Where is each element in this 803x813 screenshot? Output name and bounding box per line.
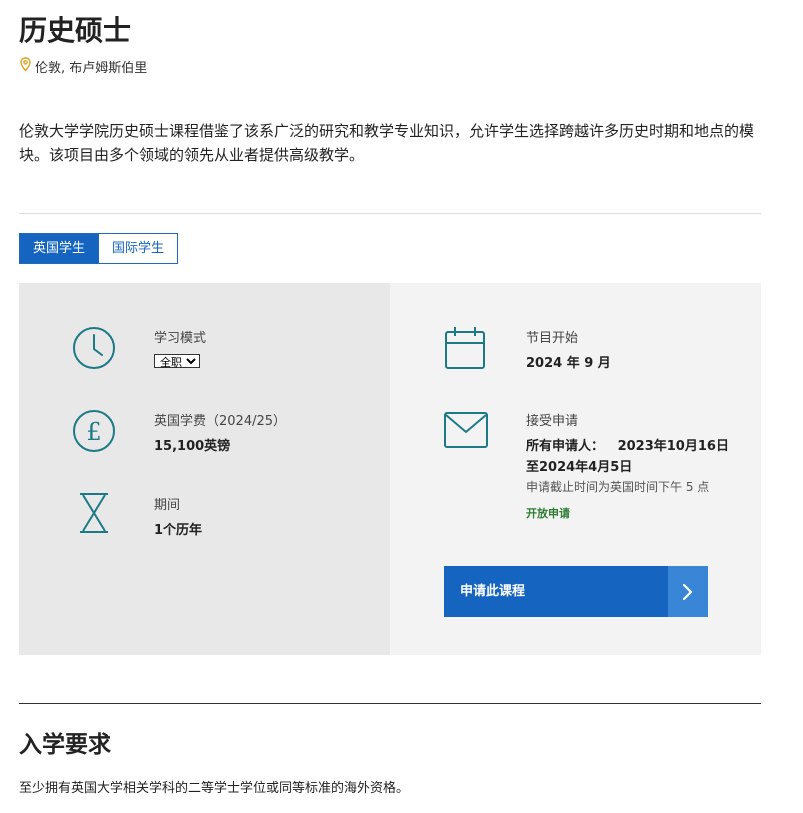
fee-label: 英国学费（2024/25）	[154, 414, 287, 429]
apply-button-label: 申请此课程	[460, 584, 526, 599]
start-label: 节目开始	[526, 331, 579, 346]
study-mode-select[interactable]: 全职	[154, 354, 200, 368]
location: 伦敦, 布卢姆斯伯里	[19, 57, 147, 76]
applications-dates-end: 至2024年4月5日	[526, 460, 633, 475]
applications-dates: 所有申请人： 2023年10月16日	[526, 439, 729, 454]
divider	[19, 213, 761, 214]
hourglass-icon	[78, 492, 110, 534]
clock-icon	[72, 326, 116, 370]
tab-uk-students[interactable]: 英国学生	[19, 233, 100, 264]
chevron-right-icon	[668, 566, 708, 617]
duration-value: 1个历年	[154, 523, 203, 538]
calendar-icon	[444, 326, 486, 370]
pound-icon: £	[72, 409, 116, 453]
apply-button[interactable]: 申请此课程	[444, 566, 708, 617]
deadline-note: 申请截止时间为英国时间下午 5 点	[526, 480, 710, 494]
study-mode-label: 学习模式	[154, 331, 207, 346]
course-intro: 伦敦大学学院历史硕士课程借鉴了该系广泛的研究和教学专业知识，允许学生选择跨越许多…	[19, 122, 755, 164]
envelope-icon	[444, 412, 488, 448]
start-value: 2024 年 9 月	[526, 356, 611, 371]
location-pin-icon	[19, 57, 32, 76]
applications-label: 接受申请	[526, 414, 579, 429]
tab-international-students[interactable]: 国际学生	[99, 233, 179, 264]
location-text: 伦敦, 布卢姆斯伯里	[35, 61, 148, 76]
duration-label: 期间	[154, 498, 181, 513]
student-type-tabs: 英国学生 国际学生	[19, 233, 179, 264]
page-title: 历史硕士	[19, 14, 132, 47]
entry-requirements-heading: 入学要求	[19, 732, 111, 758]
status-badge: 开放申请	[526, 507, 570, 520]
entry-requirements-text: 至少拥有英国大学相关学科的二等学士学位或同等标准的海外资格。	[19, 781, 410, 796]
section-divider	[19, 703, 761, 704]
svg-text:£: £	[86, 418, 101, 446]
fee-value: 15,100英镑	[154, 439, 231, 454]
